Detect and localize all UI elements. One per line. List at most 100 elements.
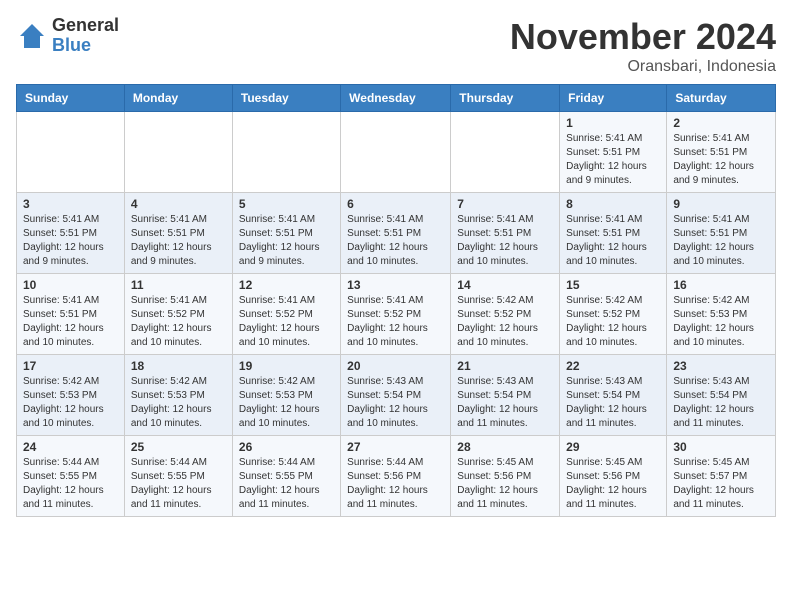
day-info: Sunrise: 5:41 AM Sunset: 5:51 PM Dayligh… [566, 132, 660, 188]
calendar-cell: 20Sunrise: 5:43 AM Sunset: 5:54 PM Dayli… [341, 355, 451, 436]
day-number: 24 [23, 440, 118, 454]
day-number: 17 [23, 359, 118, 373]
day-number: 4 [131, 197, 226, 211]
logo-general: General [52, 16, 119, 36]
day-info: Sunrise: 5:42 AM Sunset: 5:53 PM Dayligh… [131, 375, 226, 431]
calendar-cell: 23 Sunrise: 5:43 AM Sunset: 5:54 PM Dayli… [667, 355, 776, 436]
calendar-header: SundayMondayTuesdayWednesdayThursdayFrid… [17, 85, 776, 112]
day-number: 28 [457, 440, 553, 454]
day-number: 22 [566, 359, 660, 373]
day-info: Sunrise: 5:41 AM Sunset: 5:51 PM Dayligh… [347, 213, 444, 269]
logo-blue: Blue [52, 36, 119, 56]
calendar-cell [232, 112, 340, 193]
day-info: Sunrise: 5:42 AM Sunset: 5:52 PM Dayligh… [566, 294, 660, 350]
week-row-0: 1 Sunrise: 5:41 AM Sunset: 5:51 PM Daylig… [17, 112, 776, 193]
day-number: 25 [131, 440, 226, 454]
day-number: 2 [673, 116, 769, 130]
day-number: 3 [23, 197, 118, 211]
calendar-cell: 9Sunrise: 5:41 AM Sunset: 5:51 PM Daylig… [667, 193, 776, 274]
day-info: Sunrise: 5:44 AM Sunset: 5:56 PM Dayligh… [347, 456, 444, 512]
day-number: 13 [347, 278, 444, 292]
day-info: Sunrise: 5:44 AM Sunset: 5:55 PM Dayligh… [239, 456, 334, 512]
day-number: 27 [347, 440, 444, 454]
week-row-4: 24 Sunrise: 5:44 AM Sunset: 5:55 PM Dayli… [17, 436, 776, 517]
day-number: 26 [239, 440, 334, 454]
calendar-cell: 13Sunrise: 5:41 AM Sunset: 5:52 PM Dayli… [341, 274, 451, 355]
calendar-cell: 24 Sunrise: 5:44 AM Sunset: 5:55 PM Dayli… [17, 436, 125, 517]
day-number: 19 [239, 359, 334, 373]
day-info: Sunrise: 5:41 AM Sunset: 5:51 PM Dayligh… [23, 294, 118, 350]
logo-icon [16, 20, 48, 52]
day-number: 16 [673, 278, 769, 292]
calendar-cell: 29Sunrise: 5:45 AM Sunset: 5:56 PM Dayli… [560, 436, 667, 517]
calendar-cell: 1 Sunrise: 5:41 AM Sunset: 5:51 PM Daylig… [560, 112, 667, 193]
weekday-row: SundayMondayTuesdayWednesdayThursdayFrid… [17, 85, 776, 112]
title-block: November 2024 Oransbari, Indonesia [510, 16, 776, 76]
day-number: 9 [673, 197, 769, 211]
day-number: 23 [673, 359, 769, 373]
calendar-cell: 17 Sunrise: 5:42 AM Sunset: 5:53 PM Dayli… [17, 355, 125, 436]
day-info: Sunrise: 5:45 AM Sunset: 5:57 PM Dayligh… [673, 456, 769, 512]
day-number: 12 [239, 278, 334, 292]
location: Oransbari, Indonesia [510, 58, 776, 76]
day-info: Sunrise: 5:43 AM Sunset: 5:54 PM Dayligh… [457, 375, 553, 431]
logo: General Blue [16, 16, 119, 56]
month-title: November 2024 [510, 16, 776, 58]
calendar-cell: 2 Sunrise: 5:41 AM Sunset: 5:51 PM Daylig… [667, 112, 776, 193]
day-number: 18 [131, 359, 226, 373]
page-header: General Blue November 2024 Oransbari, In… [16, 16, 776, 76]
calendar-cell: 10Sunrise: 5:41 AM Sunset: 5:51 PM Dayli… [17, 274, 125, 355]
day-info: Sunrise: 5:44 AM Sunset: 5:55 PM Dayligh… [131, 456, 226, 512]
day-info: Sunrise: 5:41 AM Sunset: 5:51 PM Dayligh… [457, 213, 553, 269]
day-info: Sunrise: 5:41 AM Sunset: 5:51 PM Dayligh… [131, 213, 226, 269]
calendar-cell: 14 Sunrise: 5:42 AM Sunset: 5:52 PM Dayli… [451, 274, 560, 355]
calendar-cell: 25 Sunrise: 5:44 AM Sunset: 5:55 PM Dayli… [124, 436, 232, 517]
day-info: Sunrise: 5:41 AM Sunset: 5:51 PM Dayligh… [23, 213, 118, 269]
day-number: 6 [347, 197, 444, 211]
day-info: Sunrise: 5:42 AM Sunset: 5:52 PM Dayligh… [457, 294, 553, 350]
day-info: Sunrise: 5:42 AM Sunset: 5:53 PM Dayligh… [239, 375, 334, 431]
day-number: 8 [566, 197, 660, 211]
calendar-cell: 16 Sunrise: 5:42 AM Sunset: 5:53 PM Dayli… [667, 274, 776, 355]
day-number: 15 [566, 278, 660, 292]
day-number: 30 [673, 440, 769, 454]
calendar-cell: 7 Sunrise: 5:41 AM Sunset: 5:51 PM Daylig… [451, 193, 560, 274]
day-info: Sunrise: 5:42 AM Sunset: 5:53 PM Dayligh… [673, 294, 769, 350]
calendar-cell [451, 112, 560, 193]
day-info: Sunrise: 5:42 AM Sunset: 5:53 PM Dayligh… [23, 375, 118, 431]
calendar-cell: 12Sunrise: 5:41 AM Sunset: 5:52 PM Dayli… [232, 274, 340, 355]
day-number: 29 [566, 440, 660, 454]
weekday-monday: Monday [124, 85, 232, 112]
day-info: Sunrise: 5:41 AM Sunset: 5:51 PM Dayligh… [566, 213, 660, 269]
weekday-thursday: Thursday [451, 85, 560, 112]
calendar-table: SundayMondayTuesdayWednesdayThursdayFrid… [16, 84, 776, 517]
weekday-saturday: Saturday [667, 85, 776, 112]
calendar-body: 1 Sunrise: 5:41 AM Sunset: 5:51 PM Daylig… [17, 112, 776, 517]
day-info: Sunrise: 5:43 AM Sunset: 5:54 PM Dayligh… [673, 375, 769, 431]
day-info: Sunrise: 5:41 AM Sunset: 5:51 PM Dayligh… [673, 132, 769, 188]
calendar-cell [341, 112, 451, 193]
calendar-cell: 15 Sunrise: 5:42 AM Sunset: 5:52 PM Dayli… [560, 274, 667, 355]
week-row-2: 10Sunrise: 5:41 AM Sunset: 5:51 PM Dayli… [17, 274, 776, 355]
day-number: 1 [566, 116, 660, 130]
logo-text: General Blue [52, 16, 119, 56]
day-info: Sunrise: 5:44 AM Sunset: 5:55 PM Dayligh… [23, 456, 118, 512]
calendar-cell: 5Sunrise: 5:41 AM Sunset: 5:51 PM Daylig… [232, 193, 340, 274]
day-number: 7 [457, 197, 553, 211]
calendar-cell: 21Sunrise: 5:43 AM Sunset: 5:54 PM Dayli… [451, 355, 560, 436]
day-info: Sunrise: 5:41 AM Sunset: 5:52 PM Dayligh… [131, 294, 226, 350]
calendar-cell: 3 Sunrise: 5:41 AM Sunset: 5:51 PM Daylig… [17, 193, 125, 274]
calendar-cell: 11Sunrise: 5:41 AM Sunset: 5:52 PM Dayli… [124, 274, 232, 355]
weekday-wednesday: Wednesday [341, 85, 451, 112]
calendar-cell: 19 Sunrise: 5:42 AM Sunset: 5:53 PM Dayli… [232, 355, 340, 436]
day-number: 14 [457, 278, 553, 292]
calendar-cell: 4 Sunrise: 5:41 AM Sunset: 5:51 PM Daylig… [124, 193, 232, 274]
week-row-1: 3 Sunrise: 5:41 AM Sunset: 5:51 PM Daylig… [17, 193, 776, 274]
day-info: Sunrise: 5:45 AM Sunset: 5:56 PM Dayligh… [457, 456, 553, 512]
week-row-3: 17 Sunrise: 5:42 AM Sunset: 5:53 PM Dayli… [17, 355, 776, 436]
day-number: 5 [239, 197, 334, 211]
calendar-cell: 22Sunrise: 5:43 AM Sunset: 5:54 PM Dayli… [560, 355, 667, 436]
calendar-cell: 30 Sunrise: 5:45 AM Sunset: 5:57 PM Dayli… [667, 436, 776, 517]
calendar-cell: 26 Sunrise: 5:44 AM Sunset: 5:55 PM Dayli… [232, 436, 340, 517]
calendar-cell [124, 112, 232, 193]
